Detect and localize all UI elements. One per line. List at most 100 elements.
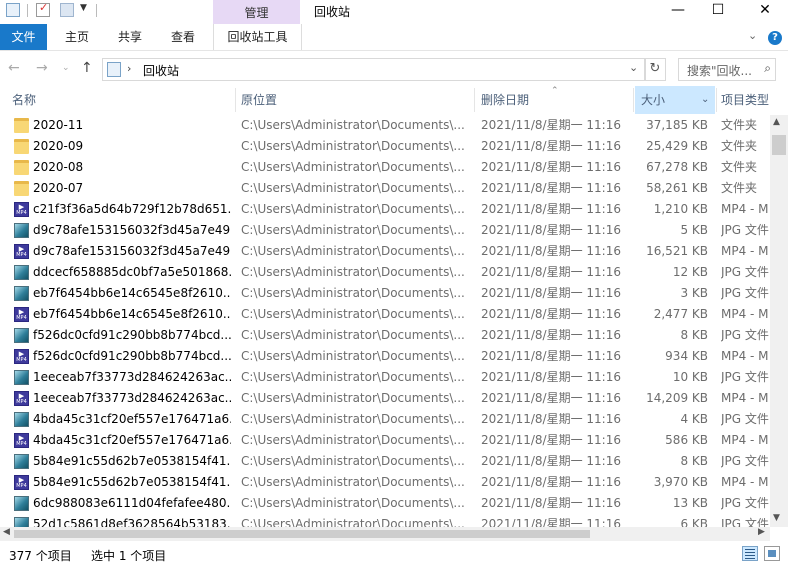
file-type: JPG 文件 xyxy=(721,328,769,342)
file-name: f526dc0cfd91c290bb8b774bcd... xyxy=(33,328,231,342)
back-arrow-icon[interactable]: ← xyxy=(8,60,20,76)
column-divider[interactable] xyxy=(633,88,634,112)
chevron-down-icon[interactable]: ⌄ xyxy=(701,86,709,114)
column-header-size[interactable]: 大小 ⌄ xyxy=(635,86,715,114)
tab-recycle-bin-tools[interactable]: 回收站工具 xyxy=(213,24,302,50)
file-name: d9c78afe153156032f3d45a7e49... xyxy=(33,223,231,237)
file-type: JPG 文件 xyxy=(721,496,769,510)
file-date: 2021/11/8/星期一 11:16 xyxy=(481,370,621,384)
maximize-button[interactable]: ☐ xyxy=(698,0,738,22)
vertical-scrollbar[interactable]: ▲ ▼ xyxy=(770,115,788,527)
column-header-location[interactable]: 原位置 xyxy=(241,86,471,114)
file-type: 文件夹 xyxy=(721,181,758,195)
expand-ribbon-icon[interactable]: ⌄ xyxy=(748,29,757,42)
address-path[interactable]: 回收站 xyxy=(143,62,179,79)
file-date: 2021/11/8/星期一 11:16 xyxy=(481,349,621,363)
tab-view[interactable]: 查看 xyxy=(171,24,195,50)
file-name: ddcecf658885dc0bf7a5e501868... xyxy=(33,265,231,279)
file-size: 5 KB xyxy=(680,223,708,237)
horizontal-scroll-thumb[interactable] xyxy=(14,530,590,538)
new-folder-icon[interactable] xyxy=(60,3,74,17)
file-size: 14,209 KB xyxy=(646,391,708,405)
customize-quick-access-icon[interactable]: ▼ xyxy=(80,3,87,19)
tab-file[interactable]: 文件 xyxy=(0,24,47,50)
table-row[interactable]: 6dc988083e6111d04fefafee480... C:\Users\A… xyxy=(0,493,770,514)
table-row[interactable]: ▶ MP4 d9c78afe153156032f3d45a7e49... C:\Use… xyxy=(0,241,770,262)
search-input[interactable]: 搜索"回收... ⌕ xyxy=(678,58,776,81)
search-icon[interactable]: ⌕ xyxy=(764,61,771,76)
table-row[interactable]: 1eeceab7f33773d284624263ac... C:\Users\Ad… xyxy=(0,367,770,388)
properties-icon[interactable]: ✓ xyxy=(36,1,50,17)
tab-home[interactable]: 主页 xyxy=(65,24,89,50)
file-date: 2021/11/8/星期一 11:16 xyxy=(481,433,621,447)
address-bar[interactable]: › 回收站 ⌄ xyxy=(102,58,646,81)
jpg-icon xyxy=(14,223,29,238)
scroll-right-icon[interactable]: ▶ xyxy=(758,527,765,537)
table-row[interactable]: 2020-09 C:\Users\Administrator\Documents\… xyxy=(0,136,770,157)
file-location: C:\Users\Administrator\Documents\... xyxy=(241,118,465,132)
table-row[interactable]: 5b84e91c55d62b7e0538154f41... C:\Users\Ad… xyxy=(0,451,770,472)
file-location: C:\Users\Administrator\Documents\... xyxy=(241,181,465,195)
scroll-up-icon[interactable]: ▲ xyxy=(773,117,780,127)
table-row[interactable]: ▶ MP4 eb7f6454bb6e14c6545e8f2610... C:\User… xyxy=(0,304,770,325)
file-name: 4bda45c31cf20ef557e176471a6... xyxy=(33,433,231,447)
file-name: 1eeceab7f33773d284624263ac... xyxy=(33,391,231,405)
minimize-button[interactable]: — xyxy=(658,0,698,22)
forward-arrow-icon[interactable]: → xyxy=(36,60,48,76)
table-row[interactable]: eb7f6454bb6e14c6545e8f2610... C:\Users\Ad… xyxy=(0,283,770,304)
table-row[interactable]: 52d1c5861d8ef3628564b53183... C:\Users\Ad… xyxy=(0,514,770,527)
table-row[interactable]: ▶ MP4 4bda45c31cf20ef557e176471a6... C:\Use… xyxy=(0,430,770,451)
file-type: MP4 - M xyxy=(721,391,769,405)
column-divider[interactable] xyxy=(235,88,236,112)
file-date: 2021/11/8/星期一 11:16 xyxy=(481,181,621,195)
folder-icon xyxy=(14,118,29,133)
file-name: 2020-07 xyxy=(33,181,84,195)
column-divider[interactable] xyxy=(716,88,717,112)
table-row[interactable]: ▶ MP4 c21f3f36a5d64b729f12b78d651... C:\Use… xyxy=(0,199,770,220)
file-date: 2021/11/8/星期一 11:16 xyxy=(481,139,621,153)
table-row[interactable]: 2020-07 C:\Users\Administrator\Documents\… xyxy=(0,178,770,199)
table-row[interactable]: 4bda45c31cf20ef557e176471a6... C:\Users\A… xyxy=(0,409,770,430)
recent-locations-icon[interactable]: ⌄ xyxy=(62,63,70,73)
table-row[interactable]: d9c78afe153156032f3d45a7e49... C:\Users\A… xyxy=(0,220,770,241)
column-header-date[interactable]: 删除日期 xyxy=(481,86,631,114)
chevron-right-icon[interactable]: › xyxy=(127,62,131,75)
file-type: MP4 - M xyxy=(721,244,769,258)
horizontal-scrollbar[interactable]: ◀ ▶ xyxy=(0,527,770,541)
jpg-icon xyxy=(14,412,29,427)
jpg-icon xyxy=(14,454,29,469)
file-type: MP4 - M xyxy=(721,307,769,321)
up-arrow-icon[interactable]: ↑ xyxy=(81,60,93,76)
file-name: 2020-09 xyxy=(33,139,84,153)
column-divider[interactable] xyxy=(474,88,475,112)
refresh-button[interactable]: ↻ xyxy=(644,58,666,81)
scroll-left-icon[interactable]: ◀ xyxy=(3,527,10,537)
file-type: JPG 文件 xyxy=(721,286,769,300)
file-date: 2021/11/8/星期一 11:16 xyxy=(481,202,621,216)
file-location: C:\Users\Administrator\Documents\... xyxy=(241,223,465,237)
file-type: JPG 文件 xyxy=(721,223,769,237)
table-row[interactable]: ▶ MP4 f526dc0cfd91c290bb8b774bcd... C:\User… xyxy=(0,346,770,367)
table-row[interactable]: ▶ MP4 5b84e91c55d62b7e0538154f41... C:\User… xyxy=(0,472,770,493)
selection-count: 选中 1 个项目 xyxy=(91,549,167,563)
table-row[interactable]: ▶ MP4 1eeceab7f33773d284624263ac... C:\User… xyxy=(0,388,770,409)
file-size: 586 KB xyxy=(665,433,708,447)
table-row[interactable]: ddcecf658885dc0bf7a5e501868... C:\Users\A… xyxy=(0,262,770,283)
table-row[interactable]: 2020-08 C:\Users\Administrator\Documents\… xyxy=(0,157,770,178)
file-date: 2021/11/8/星期一 11:16 xyxy=(481,328,621,342)
tab-share[interactable]: 共享 xyxy=(118,24,142,50)
file-name: 1eeceab7f33773d284624263ac... xyxy=(33,370,231,384)
context-tab-group: 管理 xyxy=(213,0,300,24)
column-header-name[interactable]: 名称 xyxy=(12,86,232,114)
help-icon[interactable]: ? xyxy=(768,31,782,45)
scroll-down-icon[interactable]: ▼ xyxy=(773,513,780,523)
table-row[interactable]: f526dc0cfd91c290bb8b774bcd... C:\Users\Ad… xyxy=(0,325,770,346)
column-header-type[interactable]: 项目类型 xyxy=(721,86,781,114)
table-row[interactable]: 2020-11 C:\Users\Administrator\Documents\… xyxy=(0,115,770,136)
details-view-icon[interactable] xyxy=(742,546,758,561)
vertical-scroll-thumb[interactable] xyxy=(772,135,786,155)
large-icons-view-icon[interactable] xyxy=(764,546,780,561)
close-button[interactable]: ✕ xyxy=(745,0,785,22)
chevron-down-icon[interactable]: ⌄ xyxy=(629,61,638,74)
file-type: MP4 - M xyxy=(721,202,769,216)
